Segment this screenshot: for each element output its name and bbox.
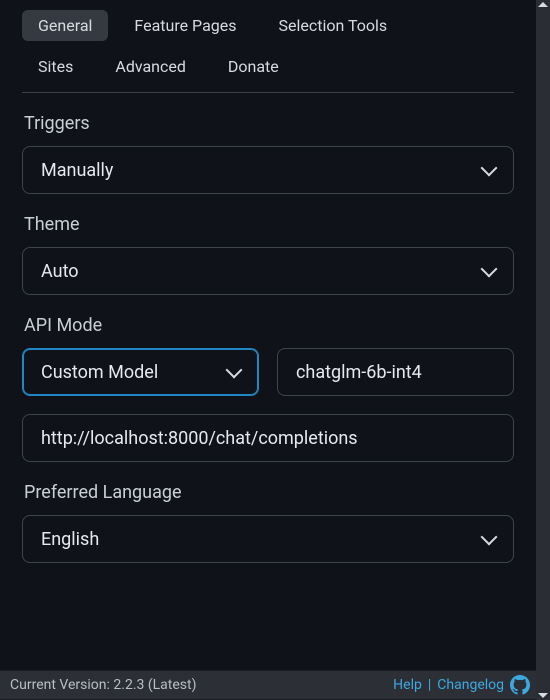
input-model-name[interactable]: chatglm-6b-int4 xyxy=(277,348,514,396)
label-triggers: Triggers xyxy=(24,113,514,134)
tab-sites[interactable]: Sites xyxy=(22,51,89,82)
help-link[interactable]: Help xyxy=(393,677,422,693)
tab-advanced[interactable]: Advanced xyxy=(99,51,202,82)
chevron-down-icon xyxy=(481,529,498,546)
label-api-mode: API Mode xyxy=(24,315,514,336)
tabs-row-1: General Feature Pages Selection Tools xyxy=(22,10,514,41)
select-triggers[interactable]: Manually xyxy=(22,146,514,194)
chevron-down-icon xyxy=(226,362,243,379)
tab-feature-pages[interactable]: Feature Pages xyxy=(118,10,252,41)
select-theme-value: Auto xyxy=(41,261,79,282)
input-model-name-value: chatglm-6b-int4 xyxy=(296,362,422,383)
input-endpoint-value: http://localhost:8000/chat/completions xyxy=(41,428,358,449)
select-preferred-language[interactable]: English xyxy=(22,515,514,563)
select-preferred-language-value: English xyxy=(41,529,99,550)
separator: | xyxy=(428,677,431,693)
settings-panel: General Feature Pages Selection Tools Si… xyxy=(0,0,536,670)
api-mode-row: Custom Model chatglm-6b-int4 xyxy=(22,348,514,396)
input-endpoint[interactable]: http://localhost:8000/chat/completions xyxy=(22,414,514,462)
chevron-down-icon xyxy=(481,160,498,177)
label-preferred-language: Preferred Language xyxy=(24,482,514,503)
select-theme[interactable]: Auto xyxy=(22,247,514,295)
tabs-row-2: Sites Advanced Donate xyxy=(22,51,514,82)
status-links: Help | Changelog xyxy=(393,675,530,695)
scrollbar-rail[interactable] xyxy=(536,0,550,700)
version-text: Current Version: 2.2.3 (Latest) xyxy=(10,677,196,693)
select-api-mode-value: Custom Model xyxy=(41,362,158,383)
scrollbar-up-arrow-icon[interactable] xyxy=(538,2,548,7)
status-bar: Current Version: 2.2.3 (Latest) Help | C… xyxy=(0,670,536,700)
label-theme: Theme xyxy=(24,214,514,235)
chevron-down-icon xyxy=(481,261,498,278)
tab-selection-tools[interactable]: Selection Tools xyxy=(263,10,404,41)
github-icon[interactable] xyxy=(510,675,530,695)
select-api-mode[interactable]: Custom Model xyxy=(22,348,259,396)
select-triggers-value: Manually xyxy=(41,160,113,181)
tab-donate[interactable]: Donate xyxy=(212,51,295,82)
scrollbar-down-arrow-icon[interactable] xyxy=(538,693,548,698)
changelog-link[interactable]: Changelog xyxy=(437,677,504,693)
divider xyxy=(22,92,514,93)
tab-general[interactable]: General xyxy=(22,10,108,41)
